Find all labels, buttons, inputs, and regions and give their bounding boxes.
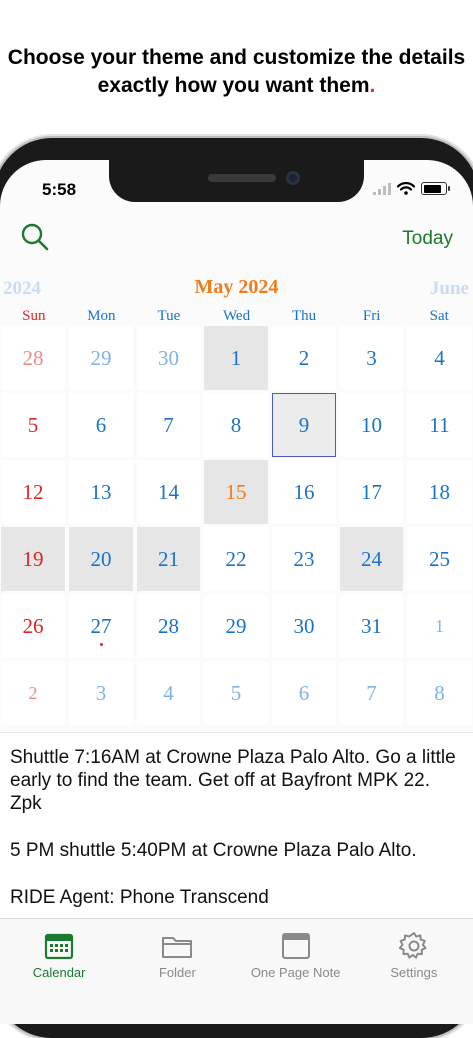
tab-folder[interactable]: Folder — [118, 919, 236, 1024]
day-cell[interactable]: 14 — [137, 460, 200, 524]
day-cell[interactable]: 29 — [204, 594, 268, 658]
promo-headline: Choose your theme and customize the deta… — [0, 44, 473, 100]
day-cell[interactable]: 12 — [1, 460, 65, 524]
day-cell[interactable]: 29 — [69, 326, 133, 390]
folder-icon — [162, 937, 193, 958]
current-month-label: May 2024 — [194, 276, 279, 298]
day-cell[interactable]: 11 — [407, 393, 472, 457]
weekday-label: Sat — [429, 308, 449, 324]
calendar-week: 28 29 30 1 2 3 4 — [0, 326, 473, 393]
day-cell[interactable]: 19 — [1, 527, 65, 591]
tab-bar: Calendar Folder One Page Note Settings — [0, 918, 473, 1024]
weekday-label: Sun — [22, 308, 46, 324]
day-cell[interactable]: 7 — [340, 661, 403, 725]
day-cell[interactable]: 8 — [204, 393, 268, 457]
selected-day-cell[interactable]: 9 — [272, 393, 336, 457]
calendar-week: 12 13 14 15 16 17 18 — [0, 460, 473, 527]
day-cell[interactable]: 8 — [407, 661, 472, 725]
weekday-header: Sun Mon Tue Wed Thu Fri Sat — [0, 308, 473, 328]
tab-label: Calendar — [32, 965, 86, 980]
day-cell[interactable]: 16 — [272, 460, 336, 524]
calendar-grid: 28 29 30 1 2 3 4 5 6 7 8 9 10 11 12 13 1… — [0, 326, 473, 728]
today-button[interactable]: Today — [402, 228, 453, 250]
top-bar: Today — [0, 220, 473, 260]
calendar-week: 26 27 28 29 30 31 1 — [0, 594, 473, 661]
event-dot-icon — [99, 643, 103, 646]
day-cell[interactable]: 1 — [407, 594, 472, 658]
day-cell[interactable]: 22 — [204, 527, 268, 591]
front-camera — [286, 171, 300, 185]
day-cell[interactable]: 20 — [69, 527, 133, 591]
day-cell[interactable]: 18 — [407, 460, 472, 524]
day-cell[interactable]: 23 — [272, 527, 336, 591]
speaker-grille — [208, 174, 276, 182]
weekday-label: Wed — [222, 308, 251, 324]
search-icon — [21, 223, 49, 251]
search-button[interactable] — [20, 222, 50, 252]
day-cell[interactable]: 31 — [340, 594, 403, 658]
day-cell[interactable]: 4 — [407, 326, 472, 390]
day-cell[interactable]: 13 — [69, 460, 133, 524]
day-cell[interactable]: 6 — [69, 393, 133, 457]
day-cell[interactable]: 28 — [1, 326, 65, 390]
tab-label: One Page Note — [250, 965, 341, 980]
day-cell[interactable]: 25 — [407, 527, 472, 591]
app-screen: 5:58 Today May 2024 2024 June Sun Mon Tu… — [0, 160, 473, 1024]
calendar-week: 5 6 7 8 9 10 11 — [0, 393, 473, 460]
day-cell[interactable]: 28 — [137, 594, 200, 658]
promo-headline-text: Choose your theme and customize the deta… — [7, 46, 466, 97]
day-cell[interactable]: 3 — [340, 326, 403, 390]
tab-one-page-note[interactable]: One Page Note — [237, 919, 355, 1024]
tab-calendar[interactable]: Calendar — [0, 919, 118, 1024]
previous-month-button[interactable]: 2024 — [3, 278, 41, 300]
day-cell[interactable]: 30 — [272, 594, 336, 658]
calendar-week: 19 20 21 22 23 24 25 — [0, 527, 473, 594]
note-paragraph: RIDE Agent: Phone Transcend — [10, 887, 269, 908]
day-cell[interactable]: 5 — [204, 661, 268, 725]
next-month-button[interactable]: June — [430, 278, 469, 300]
day-cell[interactable]: 3 — [69, 661, 133, 725]
note-paragraph: 5 PM shuttle 5:40PM at Crowne Plaza Palo… — [10, 840, 417, 861]
day-cell[interactable]: 15 — [204, 460, 268, 524]
day-cell[interactable]: 1 — [204, 326, 268, 390]
day-cell[interactable]: 21 — [137, 527, 200, 591]
phone-notch — [109, 160, 364, 202]
day-cell[interactable]: 2 — [272, 326, 336, 390]
promo-headline-dot: . — [369, 74, 376, 97]
day-cell[interactable]: 27 — [69, 594, 133, 658]
status-time: 5:58 — [42, 180, 77, 199]
battery-icon — [421, 182, 450, 195]
tab-label: Folder — [158, 965, 196, 980]
tab-settings[interactable]: Settings — [355, 919, 473, 1024]
day-notes-panel[interactable]: Shuttle 7:16AM at Crowne Plaza Palo Alto… — [0, 732, 473, 919]
day-cell[interactable]: 30 — [137, 326, 200, 390]
calendar-icon — [45, 933, 74, 960]
day-cell[interactable]: 5 — [1, 393, 65, 457]
day-cell[interactable]: 10 — [340, 393, 403, 457]
day-cell[interactable]: 17 — [340, 460, 403, 524]
weekday-label: Tue — [157, 308, 181, 324]
day-cell[interactable]: 7 — [137, 393, 200, 457]
weekday-label: Mon — [87, 308, 116, 324]
day-number: 27 — [90, 613, 112, 638]
day-cell[interactable]: 2 — [1, 661, 65, 725]
status-icons — [373, 182, 450, 195]
weekday-label: Thu — [292, 308, 317, 324]
wifi-icon — [397, 182, 415, 195]
note-window-icon — [281, 933, 310, 959]
day-cell[interactable]: 6 — [272, 661, 336, 725]
tab-label: Settings — [390, 965, 438, 980]
weekday-label: Fri — [362, 308, 381, 324]
month-header: May 2024 2024 June — [0, 276, 473, 302]
note-paragraph: Shuttle 7:16AM at Crowne Plaza Palo Alto… — [10, 747, 456, 814]
day-cell[interactable]: 26 — [1, 594, 65, 658]
gear-icon — [398, 932, 427, 959]
signal-icon — [373, 182, 391, 195]
day-cell[interactable]: 4 — [137, 661, 200, 725]
day-cell[interactable]: 24 — [340, 527, 403, 591]
calendar-week: 2 3 4 5 6 7 8 — [0, 661, 473, 728]
